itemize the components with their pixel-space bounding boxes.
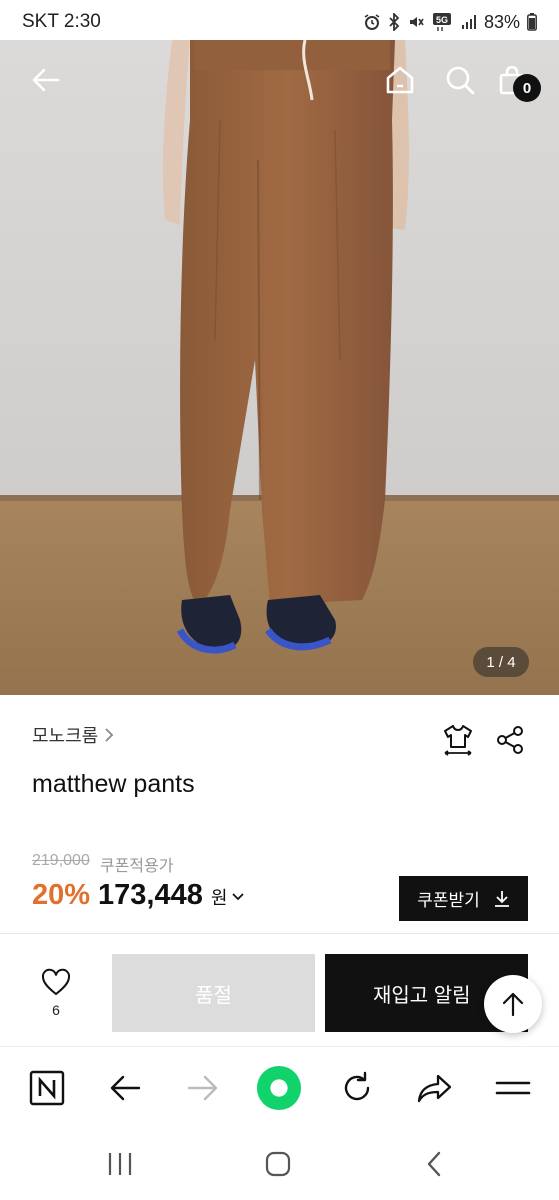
forward-arrow-icon [187, 1075, 218, 1101]
browser-back-button[interactable] [102, 1065, 148, 1111]
like-button[interactable]: 6 [30, 968, 82, 1024]
home-circle-icon [265, 1151, 291, 1177]
menu-button[interactable] [490, 1065, 536, 1111]
size-guide-button[interactable] [441, 720, 475, 760]
arrow-up-icon [502, 992, 524, 1017]
system-home-button[interactable] [258, 1146, 298, 1182]
share-nodes-icon [497, 726, 523, 754]
currency-label: 원 [210, 888, 228, 908]
coupon-price-note: 쿠폰적용가 [99, 858, 174, 875]
product-info-actions [441, 720, 527, 760]
naver-n-icon [29, 1070, 65, 1106]
home-icon [386, 66, 414, 94]
search-icon [446, 66, 475, 95]
download-coupon-button[interactable]: 쿠폰받기 [399, 876, 528, 921]
sale-price: 173,448 [98, 879, 203, 911]
download-icon [494, 890, 509, 907]
home-button[interactable] [380, 60, 420, 100]
size-shirt-icon [444, 725, 472, 756]
bluetooth-icon [389, 13, 400, 31]
signal-icon [461, 15, 476, 29]
heart-icon [41, 968, 71, 996]
soldout-button: 품절 [112, 954, 315, 1032]
green-home-button[interactable] [256, 1065, 302, 1111]
chevron-right-icon [105, 728, 114, 742]
image-counter: 1 / 4 [473, 647, 529, 677]
product-image[interactable]: 0 1 / 4 [0, 40, 559, 695]
5g-icon: 5G [432, 13, 451, 31]
product-name: matthew pants [32, 770, 195, 798]
battery-icon [527, 13, 537, 31]
scroll-to-top-button[interactable] [484, 975, 542, 1033]
back-arrow-icon [110, 1075, 141, 1101]
alarm-icon [364, 14, 380, 30]
status-time: SKT 2:30 [22, 11, 101, 32]
refresh-icon [344, 1071, 370, 1101]
browser-forward-button[interactable] [180, 1065, 226, 1111]
chevron-down-icon [232, 893, 245, 901]
back-arrow-icon [32, 68, 60, 92]
share-product-button[interactable] [493, 720, 527, 760]
back-chevron-icon [427, 1151, 441, 1177]
search-button[interactable] [440, 60, 480, 100]
recent-apps-button[interactable] [100, 1146, 140, 1182]
system-navigation [0, 1128, 559, 1200]
original-price: 219,000 [32, 852, 90, 869]
cart-count-badge: 0 [513, 74, 541, 102]
original-price-row: 219,000 쿠폰적용가 [32, 852, 173, 876]
browser-toolbar [0, 1046, 559, 1128]
green-home-icon [256, 1065, 302, 1111]
discount-rate: 20% [32, 879, 91, 911]
product-photo [0, 40, 559, 695]
back-button[interactable] [26, 60, 66, 100]
battery-percent: 83% [483, 11, 520, 32]
status-bar: SKT 2:30 5G 83% [0, 0, 559, 44]
share-button[interactable] [412, 1065, 458, 1111]
hero-navigation [0, 40, 559, 120]
brand-link[interactable]: 모노크롬 [32, 722, 114, 748]
mute-icon [409, 17, 424, 27]
coupon-button-label: 쿠폰받기 [417, 891, 480, 910]
price-row: 20% 173,448 원 [32, 879, 245, 912]
recent-apps-icon [108, 1153, 132, 1175]
share-icon [417, 1074, 452, 1103]
brand-name: 모노크롬 [32, 726, 99, 746]
naver-button[interactable] [24, 1065, 70, 1111]
menu-icon [495, 1081, 531, 1095]
like-count: 6 [52, 1002, 60, 1018]
svg-text:5G: 5G [436, 15, 448, 25]
system-back-button[interactable] [414, 1146, 454, 1182]
section-divider [0, 933, 559, 934]
price-detail-toggle[interactable]: 원 [211, 884, 246, 910]
status-icons: 5G 83% [363, 12, 537, 33]
refresh-button[interactable] [334, 1065, 380, 1111]
